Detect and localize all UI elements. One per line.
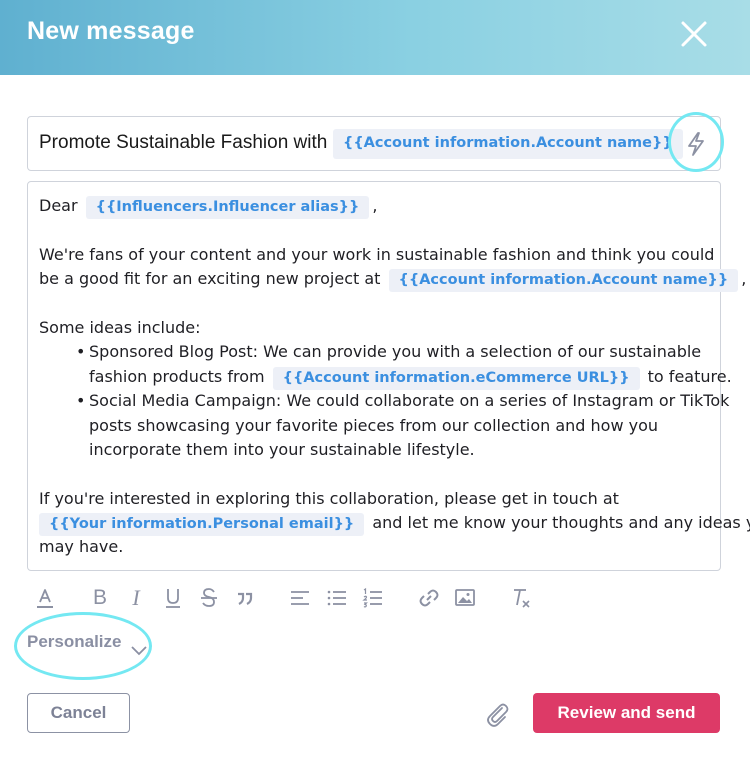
quote-icon[interactable]: [232, 584, 258, 612]
italic-icon[interactable]: I: [123, 584, 149, 612]
bullet-text: Sponsored Blog Post: We can provide you …: [89, 342, 702, 362]
greeting-line: Dear {{Influencers.Influencer alias}},: [39, 194, 711, 219]
greeting-text: Dear: [39, 196, 78, 215]
cancel-button[interactable]: Cancel: [27, 693, 130, 733]
closing-line: {{Your information.Personal email}} and …: [39, 511, 750, 537]
lightning-bolt-icon[interactable]: [671, 116, 721, 170]
bullet-list-icon[interactable]: [324, 584, 350, 612]
bullet-dot: •: [76, 342, 86, 362]
personal-email-chip[interactable]: {{Your information.Personal email}}: [39, 513, 365, 537]
align-icon[interactable]: [287, 584, 313, 612]
text-color-icon[interactable]: [32, 584, 58, 612]
paragraph-text: be a good fit for an exciting new projec…: [39, 269, 381, 289]
account-name-chip[interactable]: {{Account information.Account name}}: [388, 269, 739, 293]
numbered-list-icon[interactable]: [360, 584, 386, 612]
bullet-item-continued: posts showcasing your favorite pieces fr…: [89, 415, 659, 435]
close-icon[interactable]: [676, 16, 712, 52]
paragraph-line: be a good fit for an exciting new projec…: [39, 267, 746, 293]
closing-line: may have.: [39, 537, 124, 557]
bullet-text: Social Media Campaign: We could collabor…: [89, 391, 730, 411]
bullet-text: to feature.: [647, 366, 732, 386]
paragraph-line: We're fans of your content and your work…: [39, 244, 715, 264]
formatting-toolbar: B I: [27, 584, 587, 612]
new-message-dialog: New message Promote Sustainable Fashion …: [0, 0, 750, 757]
message-body-content[interactable]: Dear {{Influencers.Influencer alias}}, W…: [39, 194, 750, 560]
subject-field[interactable]: Promote Sustainable Fashion with {{Accou…: [27, 116, 721, 171]
bold-glyph: B: [92, 586, 107, 609]
greeting-comma: ,: [372, 196, 378, 215]
message-body-editor[interactable]: Dear {{Influencers.Influencer alias}}, W…: [27, 181, 750, 571]
dialog-header: New message: [0, 0, 750, 75]
bullet-item: • Social Media Campaign: We could collab…: [39, 389, 729, 413]
paragraph-comma: ,: [741, 269, 747, 289]
bold-icon[interactable]: B: [87, 584, 113, 612]
personalize-dropdown[interactable]: Personalize: [27, 632, 122, 652]
strikethrough-icon[interactable]: [196, 584, 222, 612]
subject-text[interactable]: Promote Sustainable Fashion with: [39, 132, 327, 154]
review-and-send-button[interactable]: Review and send: [533, 693, 720, 733]
influencer-alias-chip[interactable]: {{Influencers.Influencer alias}}: [85, 196, 370, 219]
clear-format-icon[interactable]: [508, 584, 534, 612]
subject-variable-chip[interactable]: {{Account information.Account name}}: [333, 129, 683, 159]
ideas-intro: Some ideas include:: [39, 317, 201, 337]
underline-icon[interactable]: [160, 584, 186, 612]
bullet-dot: •: [76, 391, 86, 411]
bullet-item-continued: fashion products from {{Account informat…: [39, 365, 732, 390]
closing-text: and let me know your thoughts and any id…: [372, 513, 750, 533]
dialog-title: New message: [27, 17, 195, 45]
chevron-down-icon[interactable]: [130, 641, 148, 660]
link-icon[interactable]: [416, 584, 442, 612]
closing-line: If you're interested in exploring this c…: [39, 488, 619, 508]
bullet-item-continued: incorporate them into your sustainable l…: [89, 439, 475, 459]
bullet-item: • Sponsored Blog Post: We can provide yo…: [39, 340, 711, 364]
bullet-text: fashion products from: [89, 366, 265, 386]
paperclip-icon[interactable]: [482, 699, 512, 729]
ecommerce-url-chip[interactable]: {{Account information.eCommerce URL}}: [272, 366, 640, 390]
image-icon[interactable]: [452, 584, 478, 612]
italic-glyph: I: [132, 585, 140, 610]
